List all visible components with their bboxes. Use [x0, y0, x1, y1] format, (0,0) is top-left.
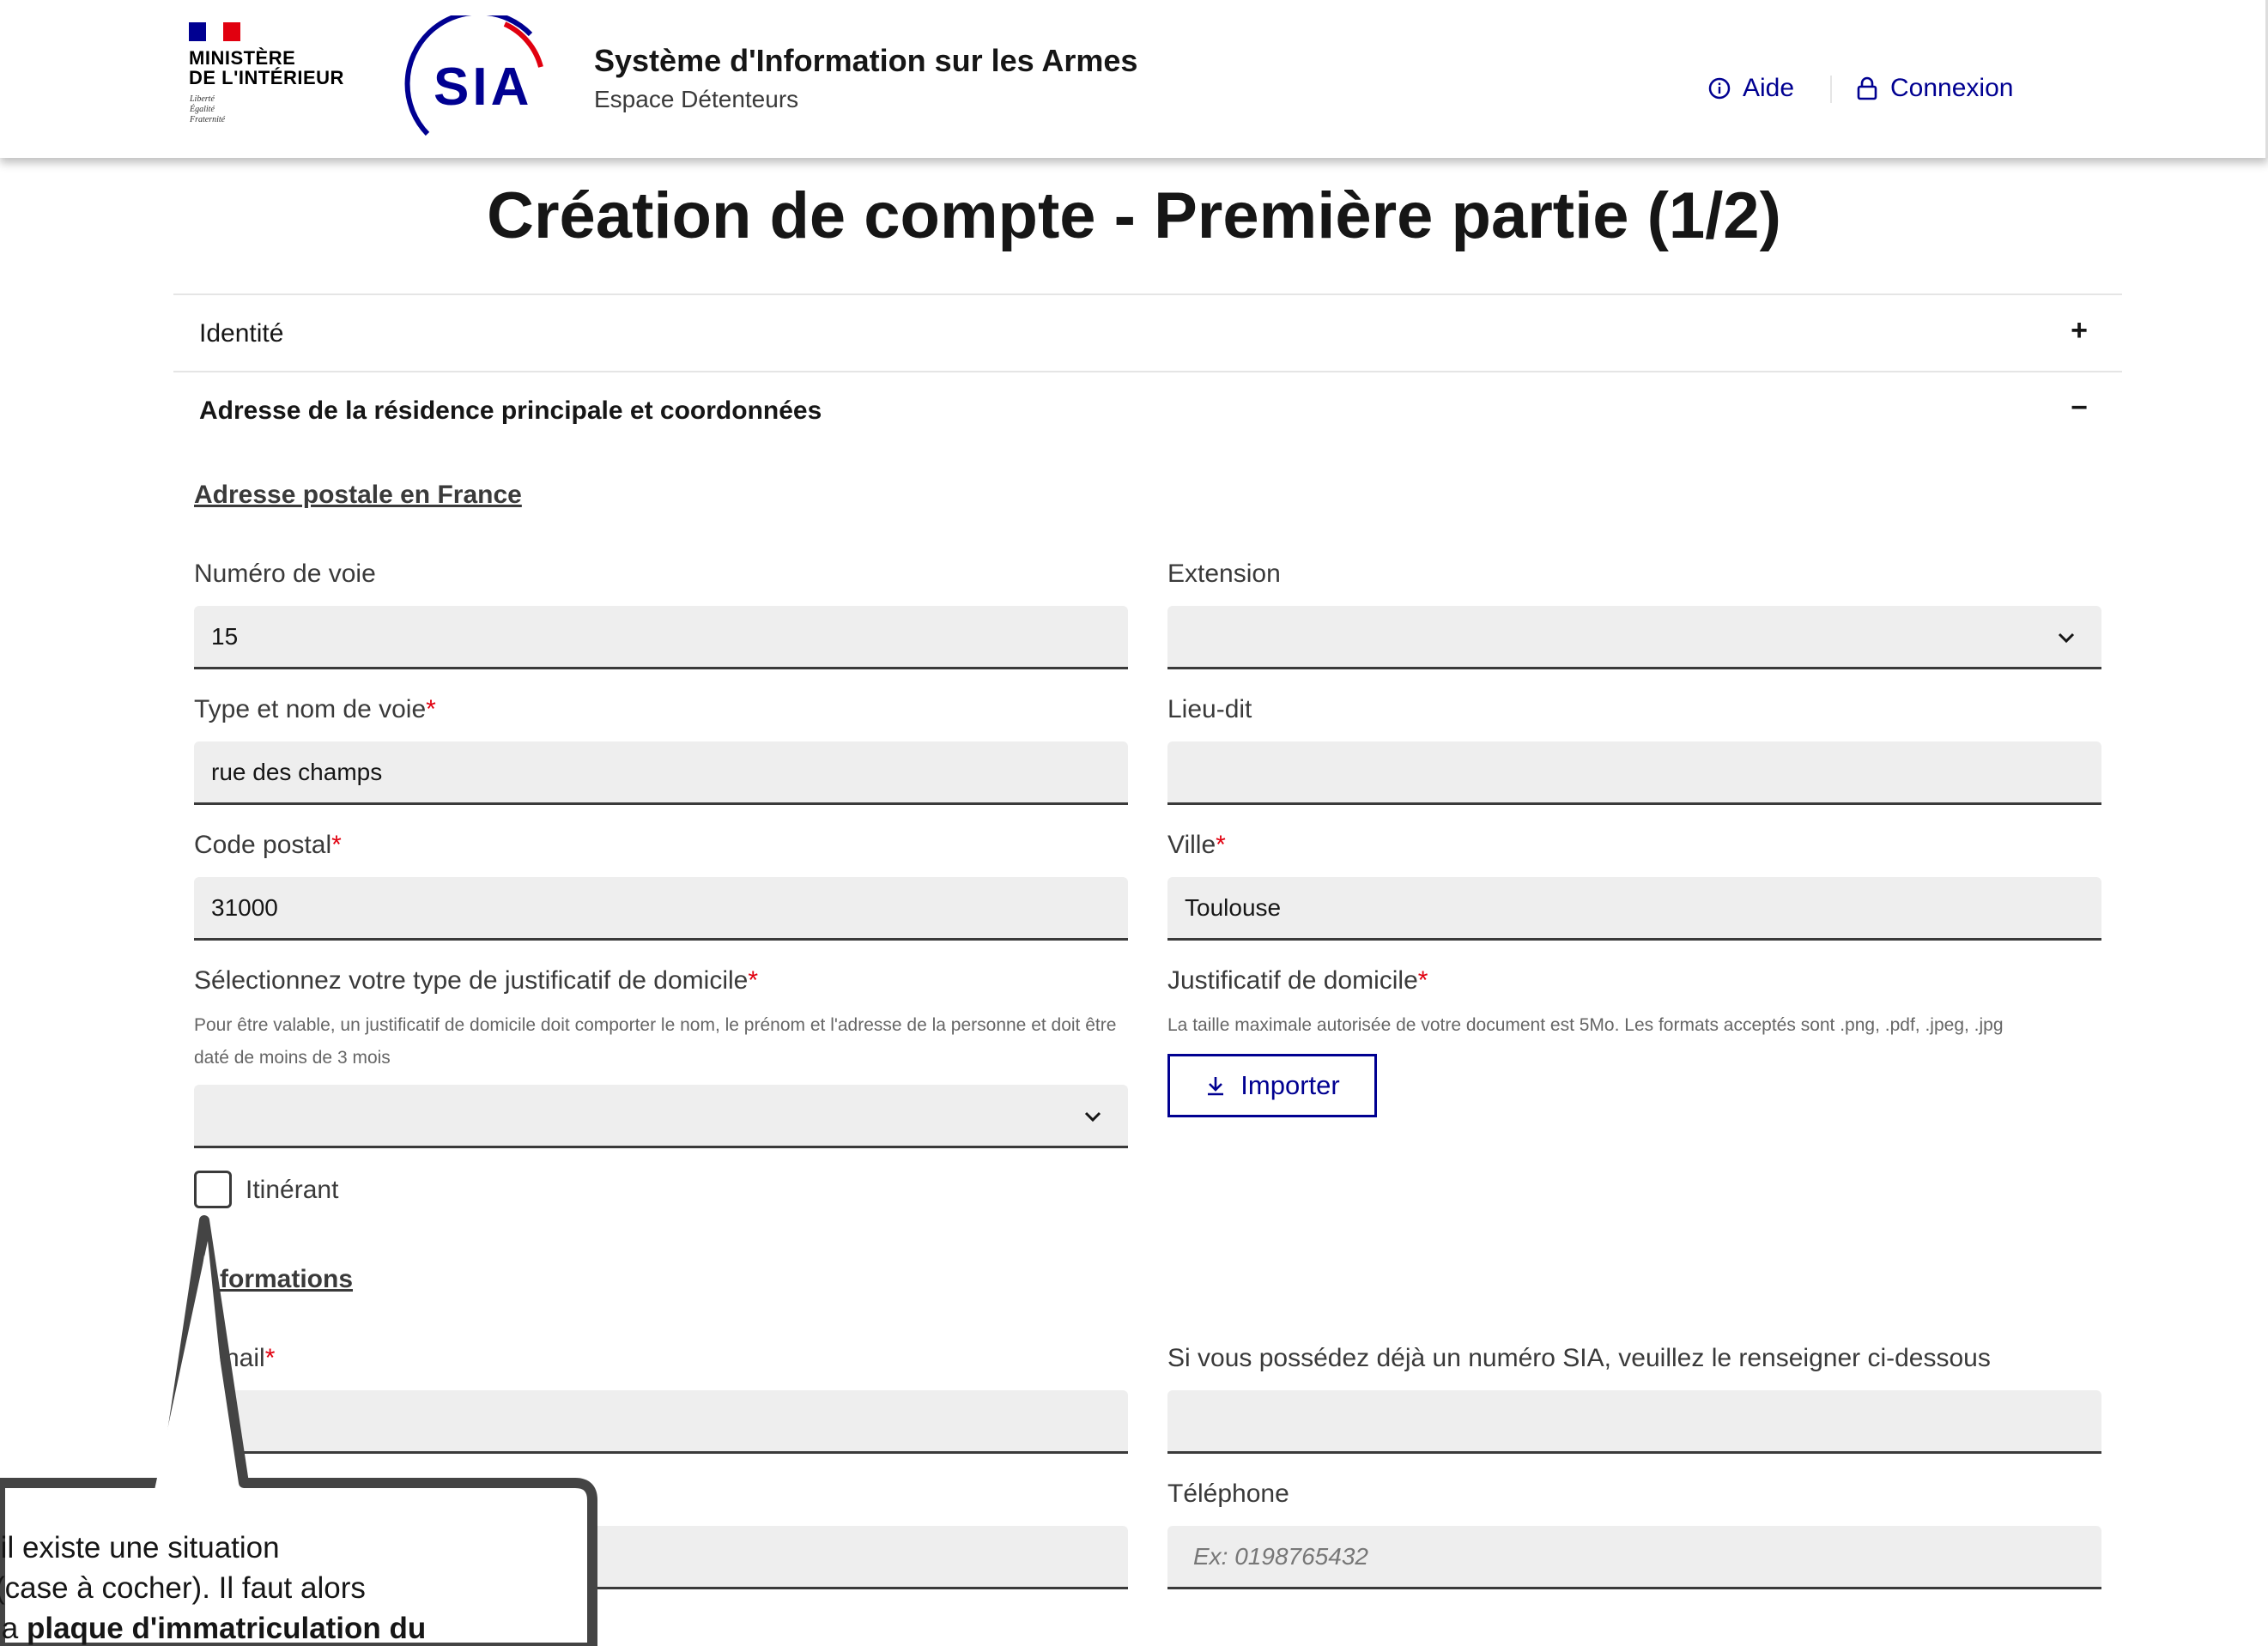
accordion-adresse[interactable]: Adresse de la résidence principale et co… [173, 372, 2122, 450]
aide-link[interactable]: Aide [1708, 74, 1794, 103]
expand-icon[interactable]: + [2071, 314, 2088, 348]
annotation-text: 'il existe une situation (case à cocher)… [0, 1531, 427, 1645]
ville-field[interactable] [1167, 877, 2101, 941]
ville-input[interactable] [1167, 877, 2101, 938]
lock-icon [1857, 76, 1877, 100]
connexion-link[interactable]: Connexion [1856, 74, 2013, 103]
numero-voie-input[interactable] [194, 606, 1128, 667]
nav-separator [1830, 76, 1832, 103]
app-title: Système d'Information sur les Armes [594, 43, 1138, 78]
type-justificatif-select[interactable] [194, 1085, 1128, 1148]
telephone-input[interactable] [1167, 1526, 2101, 1587]
chevron-down-icon [2058, 632, 2075, 644]
form-accordion: Identité + Adresse de la résidence princ… [173, 293, 2122, 450]
numero-sia-label: Si vous possédez déjà un numéro SIA, veu… [1167, 1344, 1991, 1372]
republique-francaise-logo [189, 22, 240, 41]
info-icon [1708, 77, 1731, 100]
extension-select[interactable] [1167, 606, 2101, 669]
app-subtitle: Espace Détenteurs [594, 86, 799, 112]
site-header: MINISTÈRE DE L'INTÉRIEUR Liberté Égalité… [0, 0, 2268, 158]
connexion-label: Connexion [1890, 74, 2014, 102]
type-justificatif-hint: Pour être valable, un justificatif de do… [194, 1015, 1117, 1068]
lieu-dit-label: Lieu-dit [1167, 695, 1252, 723]
numero-voie-field[interactable] [194, 606, 1128, 669]
type-justificatif-label: Sélectionnez votre type de justificatif … [194, 966, 759, 995]
download-icon [1208, 1077, 1224, 1096]
telephone-label: Téléphone [1167, 1480, 1289, 1508]
chevron-down-icon [1084, 1111, 1101, 1123]
sia-logo-text: SIA [434, 57, 533, 117]
type-nom-voie-field[interactable] [194, 741, 1128, 805]
extension-value[interactable] [1167, 606, 2101, 667]
type-nom-voie-label: Type et nom de voie* [194, 695, 436, 723]
type-nom-voie-input[interactable] [194, 741, 1128, 802]
ville-label: Ville* [1167, 831, 1226, 859]
adresse-section-title: Adresse postale en France [194, 481, 522, 509]
numero-sia-field[interactable] [1167, 1390, 2101, 1454]
accordion-identite-label: Identité [199, 319, 284, 348]
extension-label: Extension [1167, 560, 1281, 588]
code-postal-label: Code postal* [194, 831, 342, 859]
importer-button[interactable]: Importer [1167, 1054, 1377, 1117]
code-postal-input[interactable] [194, 877, 1128, 938]
accordion-adresse-label: Adresse de la résidence principale et co… [199, 396, 822, 425]
lieu-dit-field[interactable] [1167, 741, 2101, 805]
ministere-name: MINISTÈRE DE L'INTÉRIEUR [189, 47, 344, 88]
aide-label: Aide [1743, 74, 1795, 102]
code-postal-field[interactable] [194, 877, 1128, 941]
numero-sia-input[interactable] [1167, 1390, 2101, 1451]
lieu-dit-input[interactable] [1167, 741, 2101, 802]
page-title: Création de compte - Première partie (1/… [487, 179, 1781, 252]
itinerant-label[interactable]: Itinérant [246, 1176, 338, 1205]
type-justificatif-value[interactable] [194, 1085, 1128, 1146]
devise-text: Liberté Égalité Fraternité [190, 94, 226, 124]
justificatif-label: Justificatif de domicile* [1167, 966, 1428, 995]
numero-voie-label: Numéro de voie [194, 560, 376, 588]
collapse-icon[interactable]: − [2071, 391, 2088, 425]
telephone-field[interactable] [1167, 1526, 2101, 1589]
importer-label: Importer [1240, 1070, 1340, 1100]
accordion-identite[interactable]: Identité + [173, 295, 2122, 372]
justificatif-hint: La taille maximale autorisée de votre do… [1167, 1015, 2004, 1035]
